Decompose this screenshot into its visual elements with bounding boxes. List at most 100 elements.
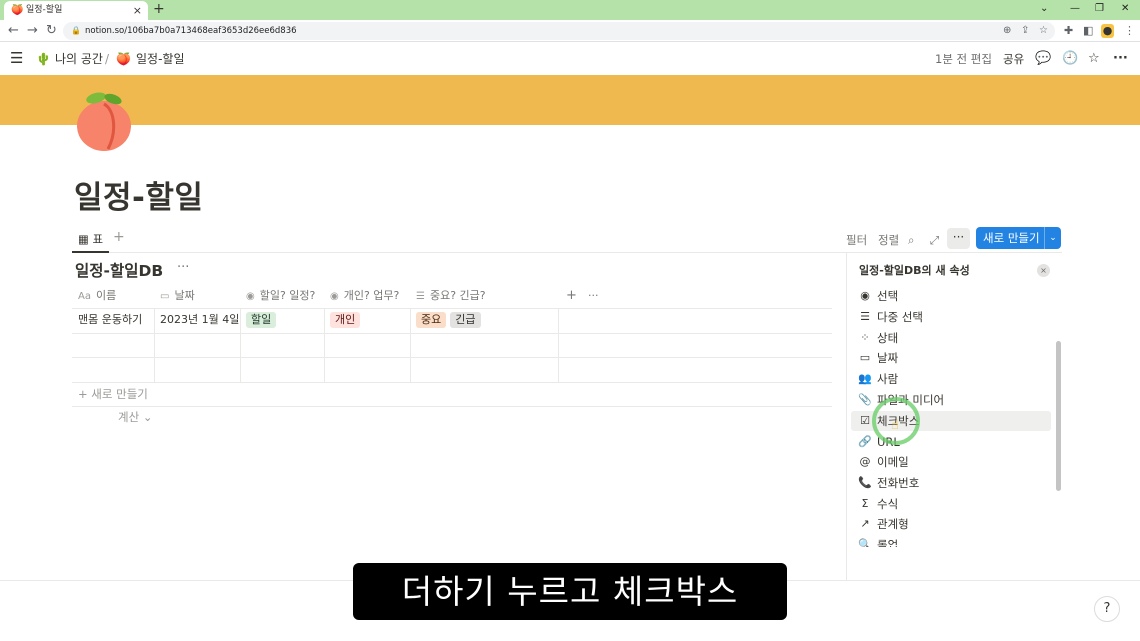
property-type-multi-select[interactable]: ☰ 다중 선택 — [851, 307, 1051, 327]
url-text: notion.so/106ba7b0a713468eaf3653d26ee6d8… — [85, 26, 297, 36]
calculate-button[interactable]: 계산 ⌄ — [118, 408, 152, 426]
property-type-relation[interactable]: ↗ 관계형 — [851, 514, 1051, 534]
property-type-formula[interactable]: Σ 수식 — [851, 494, 1051, 514]
property-type-rollup[interactable]: 🔍 롤업 — [851, 535, 1051, 547]
minimize-icon[interactable]: — — [1070, 0, 1080, 18]
breadcrumb-workspace[interactable]: 나의 공간 — [55, 50, 103, 68]
tab-table-view[interactable]: ▦ 표 — [72, 227, 110, 253]
property-type-select[interactable]: ◉ 선택 — [851, 286, 1051, 306]
view-more-button[interactable]: ··· — [947, 228, 970, 249]
select-icon: ◉ — [330, 291, 339, 302]
property-type-status[interactable]: ⁘ 상태 — [851, 328, 1051, 348]
column-header-scope[interactable]: ◉ 개인? 업무? — [324, 284, 410, 308]
new-tab-button[interactable]: + — [153, 0, 165, 19]
panel-scrollbar[interactable] — [1056, 341, 1061, 491]
add-property-button[interactable]: + — [560, 284, 583, 308]
new-entry-label: 새로 만들기 — [983, 231, 1040, 245]
extensions-icon[interactable]: ✚ — [1064, 24, 1073, 38]
window-close-icon[interactable]: ✕ — [1121, 0, 1129, 18]
property-type-label: 롤업 — [877, 538, 899, 547]
cell-type[interactable]: 할일 — [246, 309, 280, 331]
profile-avatar[interactable]: ● — [1101, 24, 1114, 38]
notion-topbar: ☰ 🌵 나의 공간 / 🍑 일정-할일 1분 전 편집 공유 💬 🕘 ☆ ··· — [0, 43, 1140, 75]
tag-important: 중요 — [416, 312, 447, 328]
select-icon: ◉ — [246, 291, 255, 302]
column-header-name[interactable]: Aa 이름 — [72, 284, 154, 308]
page-more-icon[interactable]: ··· — [1113, 50, 1128, 68]
sigma-icon: Σ — [861, 497, 869, 510]
property-type-phone[interactable]: 📞 전화번호 — [851, 473, 1051, 493]
page-title[interactable]: 일정-할일 — [74, 176, 203, 220]
search-icon[interactable]: ⌕ — [908, 231, 914, 249]
select-icon: ◉ — [860, 289, 870, 302]
row-divider — [72, 382, 832, 383]
back-icon[interactable]: ← — [8, 22, 19, 39]
comments-icon[interactable]: 💬 — [1035, 50, 1051, 68]
bookmark-star-icon[interactable]: ☆ — [1039, 22, 1048, 40]
new-row-label: 새로 만들기 — [91, 387, 148, 401]
column-label: 중요? 긴급? — [429, 289, 486, 302]
paperclip-icon: 📎 — [858, 393, 872, 406]
database-more-icon[interactable]: ··· — [177, 260, 189, 275]
phone-icon: 📞 — [858, 476, 872, 489]
new-entry-button[interactable]: 새로 만들기 ⌄ — [976, 227, 1061, 249]
side-panel-icon[interactable]: ◧ — [1083, 24, 1093, 38]
panel-close-icon[interactable]: × — [1037, 264, 1050, 277]
column-header-date[interactable]: ▭ 날짜 — [154, 284, 240, 308]
link-icon: 🔗 — [858, 435, 872, 448]
sort-button[interactable]: 정렬 — [878, 231, 899, 249]
breadcrumb-workspace-icon: 🌵 — [36, 52, 51, 66]
panel-title: 일정-할일DB의 새 속성 — [859, 264, 970, 277]
reload-icon[interactable]: ↻ — [46, 22, 57, 39]
restore-icon[interactable]: ❐ — [1095, 0, 1104, 18]
plus-icon: + — [78, 387, 92, 401]
database-title[interactable]: 일정-할일DB — [75, 260, 163, 282]
table-icon: ▦ — [78, 232, 93, 246]
calc-label: 계산 — [118, 410, 140, 424]
filter-button[interactable]: 필터 — [846, 231, 867, 249]
history-clock-icon[interactable]: 🕘 — [1062, 50, 1078, 68]
cell-priority[interactable]: 중요 긴급 — [416, 309, 485, 331]
address-bar[interactable]: 🔒 notion.so/106ba7b0a713468eaf3653d26ee6… — [63, 22, 1055, 40]
tab-search-icon[interactable]: ⌄ — [1040, 0, 1048, 18]
column-divider — [558, 308, 559, 382]
property-type-label: 선택 — [877, 289, 899, 303]
column-divider — [410, 308, 411, 382]
cell-name[interactable]: 맨몸 운동하기 — [78, 309, 142, 331]
column-label: 이름 — [95, 289, 117, 302]
sidebar-menu-icon[interactable]: ☰ — [10, 49, 23, 67]
chevron-down-icon[interactable]: ⌄ — [1044, 227, 1061, 249]
property-type-email[interactable]: @ 이메일 — [851, 452, 1051, 472]
cell-scope[interactable]: 개인 — [330, 309, 364, 331]
header-more-icon[interactable]: ··· — [582, 284, 605, 308]
help-button[interactable]: ? — [1094, 596, 1120, 622]
checkbox-icon: ☑ — [860, 414, 870, 427]
cell-date[interactable]: 2023년 1월 4일 — [160, 309, 239, 331]
breadcrumb-page[interactable]: 일정-할일 — [136, 50, 185, 68]
at-icon: @ — [859, 455, 871, 468]
property-type-date[interactable]: ▭ 날짜 — [851, 348, 1051, 368]
row-divider — [72, 333, 832, 334]
peach-page-icon[interactable] — [75, 92, 133, 152]
column-header-type[interactable]: ◉ 할일? 일정? — [240, 284, 324, 308]
column-header-priority[interactable]: ☰ 중요? 긴급? — [410, 284, 558, 308]
new-row-button[interactable]: + 새로 만들기 — [78, 385, 148, 403]
tab-close-icon[interactable]: × — [133, 1, 142, 20]
property-type-label: 날짜 — [877, 351, 899, 365]
column-divider — [240, 308, 241, 382]
add-view-button[interactable]: + — [113, 229, 125, 245]
column-divider — [154, 308, 155, 382]
share-page-icon[interactable]: ⇪ — [1021, 22, 1029, 40]
peach-favicon-icon: 🍑 — [11, 5, 24, 16]
favorite-star-icon[interactable]: ☆ — [1088, 50, 1100, 68]
forward-icon[interactable]: → — [27, 22, 38, 39]
view-tabs: ▦ 표 + 필터 정렬 ⌕ ⤢ ··· 새로 만들기 ⌄ — [72, 227, 1062, 253]
zoom-icon[interactable]: ⊕ — [1003, 22, 1011, 40]
share-button[interactable]: 공유 — [1003, 50, 1024, 68]
property-type-person[interactable]: 👥 사람 — [851, 369, 1051, 389]
browser-menu-icon[interactable]: ⋮ — [1124, 24, 1135, 38]
property-type-label: 이메일 — [877, 455, 909, 469]
lock-icon: 🔒 — [71, 26, 81, 35]
expand-icon[interactable]: ⤢ — [930, 231, 939, 249]
browser-tab[interactable]: 🍑 일정-할일 × — [4, 1, 148, 20]
